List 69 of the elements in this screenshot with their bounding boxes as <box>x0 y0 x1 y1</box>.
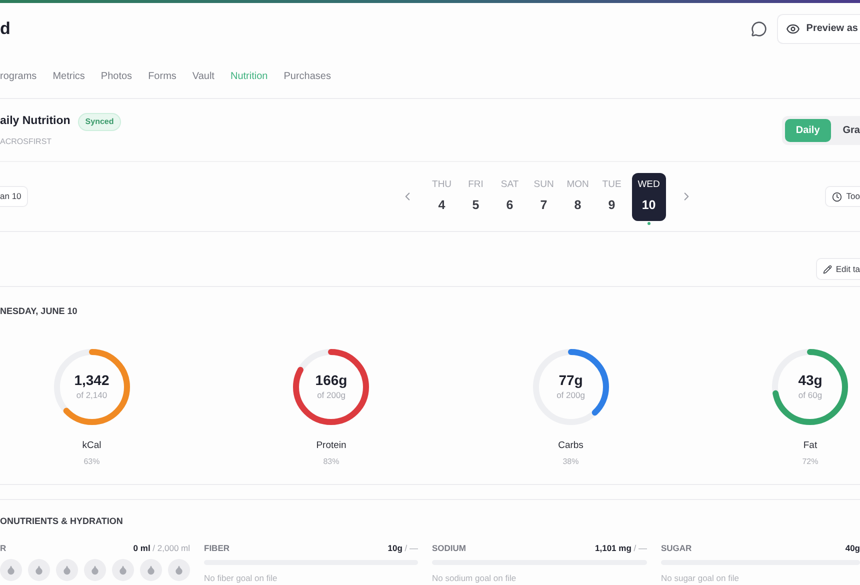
nav-tab[interactable]: Metrics <box>52 69 85 84</box>
water-glass[interactable] <box>112 559 134 582</box>
macro-percent: 83% <box>323 456 340 468</box>
nutrient-note: No sugar goal on file <box>661 572 740 585</box>
today-button[interactable]: Too <box>825 186 860 208</box>
nav-tab[interactable]: Purchases <box>284 69 331 84</box>
macro-label: Carbs <box>558 438 584 453</box>
macro-value: 166g <box>315 372 348 390</box>
macro-percent: 63% <box>84 456 100 468</box>
drop-icon <box>118 565 128 576</box>
chat-icon[interactable] <box>751 20 768 37</box>
nutrient-note: No fiber goal on file <box>204 572 278 585</box>
macro-label: kCal <box>82 438 102 453</box>
nutrient-name: SUGAR <box>661 542 692 554</box>
macro-percent: 38% <box>562 456 579 468</box>
macro-label: Fat <box>803 438 818 453</box>
water-glass[interactable] <box>28 559 50 582</box>
macro-percent: 72% <box>802 456 818 468</box>
drop-icon <box>90 565 100 576</box>
nav-tab[interactable]: Vault <box>192 69 214 84</box>
drop-icon <box>146 565 156 576</box>
eye-icon <box>786 22 800 36</box>
drop-icon <box>34 565 44 576</box>
water-glass[interactable] <box>140 559 162 582</box>
macro-goal: of 2,140 <box>76 389 108 402</box>
status-badge: Synced <box>78 112 121 131</box>
nav-tab[interactable]: rograms <box>0 69 37 84</box>
macro-label: Protein <box>316 438 346 453</box>
water-glass[interactable] <box>84 559 106 582</box>
day-heading: NESDAY, JUNE 10 <box>0 305 78 318</box>
nutrient-name: FIBER <box>204 542 230 554</box>
nutrient-amount: 1,101 mg / — <box>595 542 647 554</box>
water-glass[interactable] <box>56 559 78 582</box>
day-button[interactable]: FRI 5 <box>462 172 490 221</box>
drop-icon <box>6 565 16 576</box>
card-subtitle: ACROSFIRST <box>0 136 53 148</box>
date-button[interactable]: an 10 <box>0 186 28 208</box>
drop-icon <box>174 565 184 576</box>
card-title: aily Nutrition <box>0 114 70 129</box>
water-glass[interactable] <box>168 559 190 582</box>
day-button[interactable]: THU 4 <box>428 172 456 221</box>
edit-button[interactable]: Edit ta <box>816 258 860 280</box>
page-title: d <box>0 18 10 40</box>
day-button[interactable]: MON 8 <box>564 172 592 221</box>
day-button[interactable]: SUN 7 <box>530 172 558 221</box>
preview-button[interactable]: Preview as <box>777 14 860 44</box>
clock-icon <box>832 192 842 202</box>
section-heading: ONUTRIENTS & HYDRATION <box>0 515 124 528</box>
macro-value: 1,342 <box>74 372 110 390</box>
drop-icon <box>62 565 72 576</box>
nutrient-amount: 10g / — <box>388 542 418 554</box>
macro-goal: of 200g <box>317 389 346 402</box>
nutrient-name: R <box>0 542 6 554</box>
nutrient-amount: 40g <box>845 542 860 554</box>
macro-value: 43g <box>798 372 822 390</box>
macro-goal: of 60g <box>798 389 822 402</box>
day-button[interactable]: TUE 9 <box>598 172 626 221</box>
macro-value: 77g <box>558 372 583 390</box>
water-glass[interactable] <box>0 559 22 582</box>
day-button[interactable]: SAT 6 <box>496 172 524 221</box>
day-button[interactable]: WED 10 <box>632 172 666 221</box>
nutrient-amount: 0 ml / 2,000 ml <box>133 542 190 554</box>
nav-tab[interactable]: Forms <box>148 69 176 84</box>
pencil-icon <box>822 264 832 274</box>
nutrient-note: No sodium goal on file <box>432 572 518 585</box>
macro-goal: of 200g <box>556 389 585 402</box>
nutrient-name: SODIUM <box>432 542 466 554</box>
nav-tab[interactable]: Photos <box>100 69 132 84</box>
view-toggle[interactable]: Gra <box>842 118 860 142</box>
